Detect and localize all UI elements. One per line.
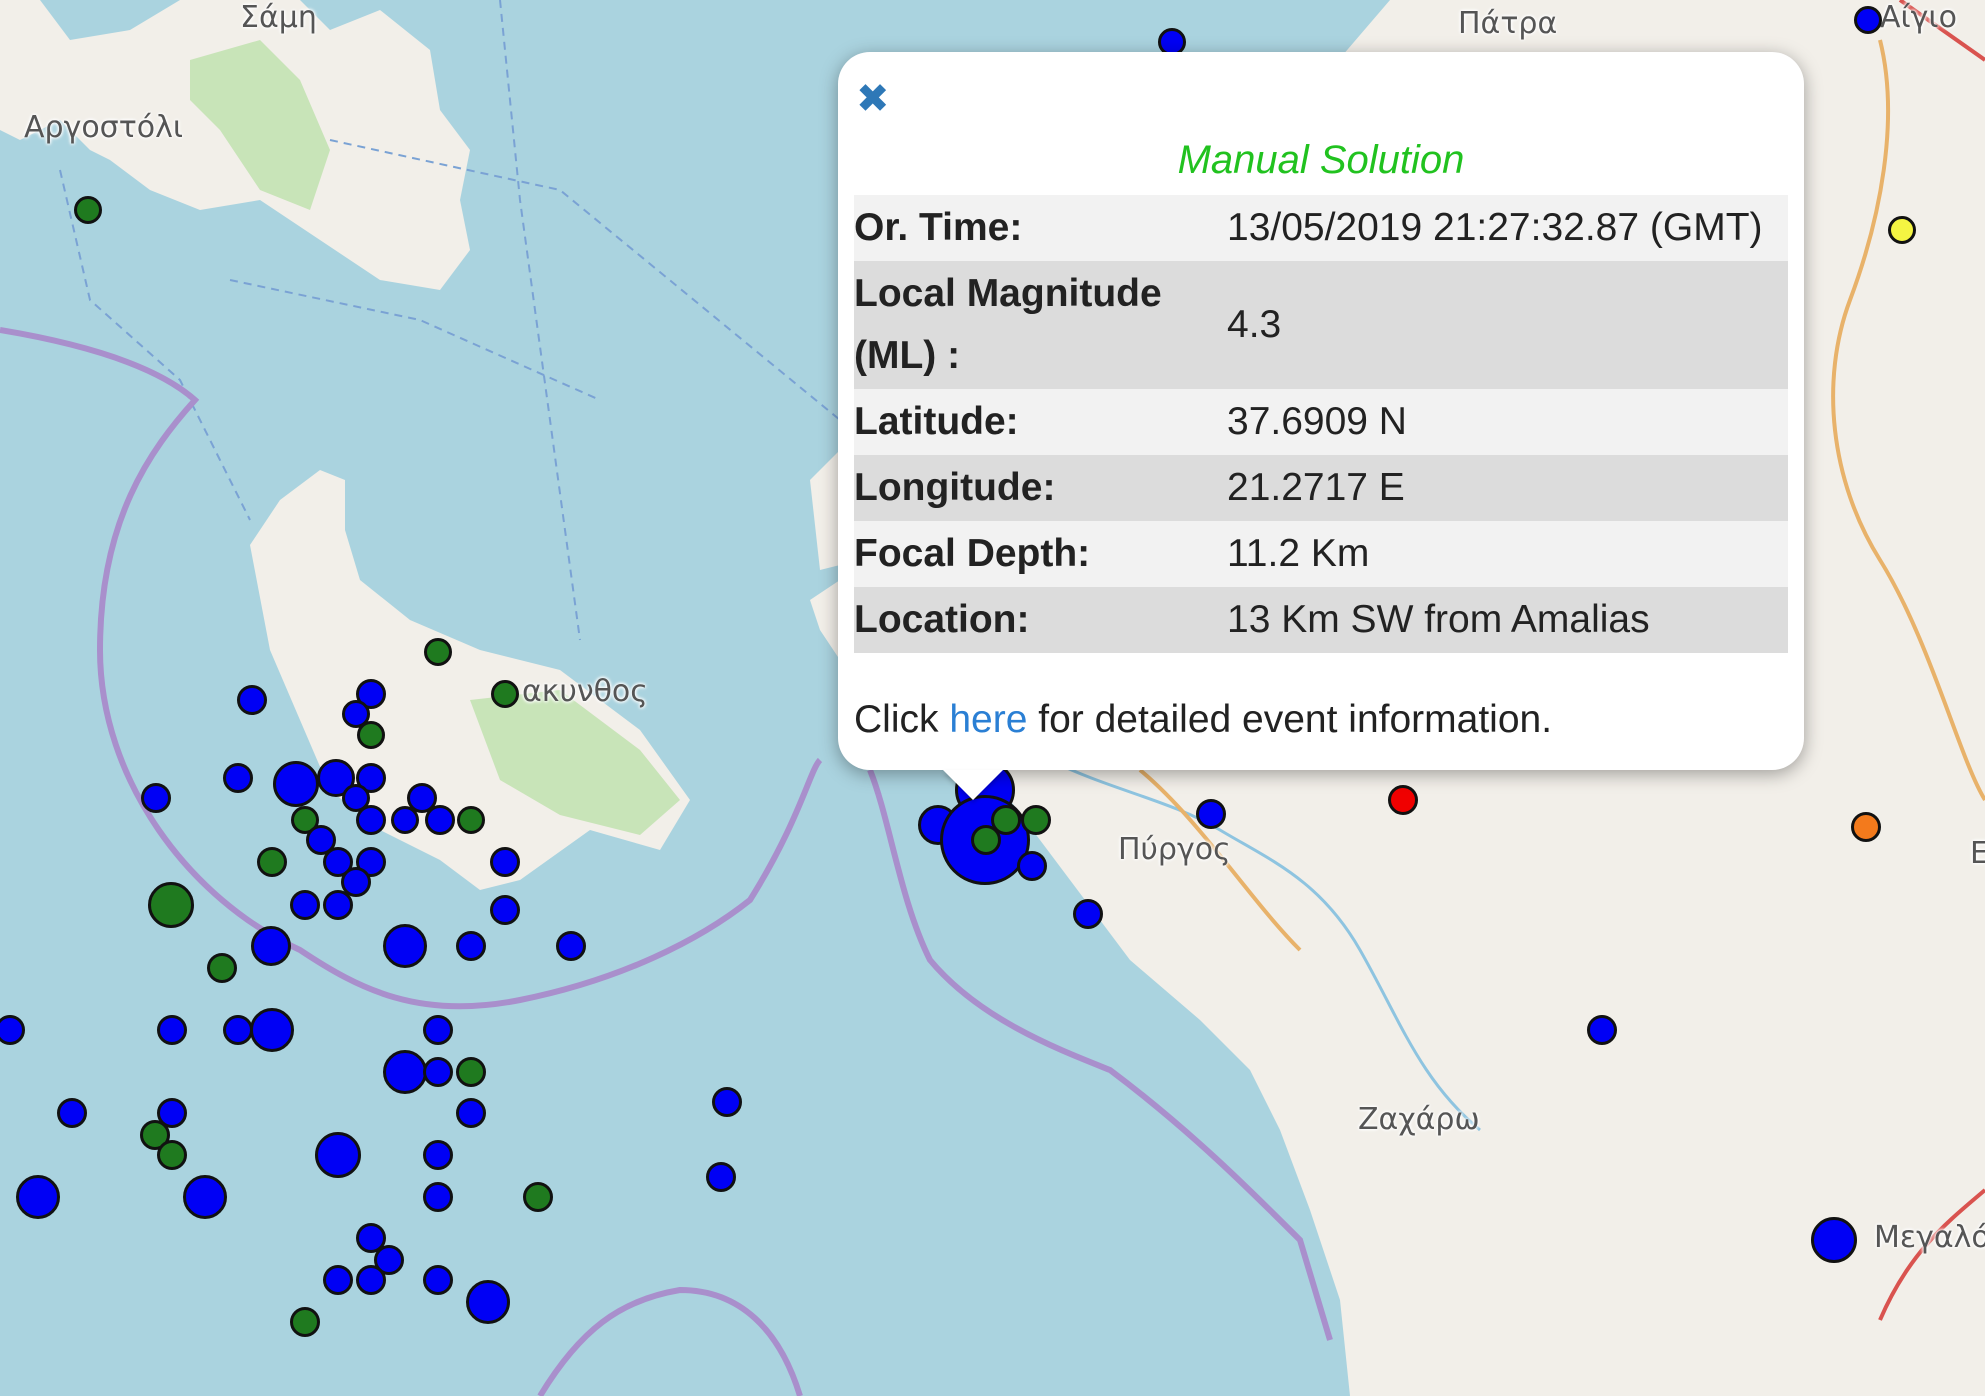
earthquake-marker[interactable]	[523, 1182, 553, 1212]
earthquake-marker[interactable]	[706, 1162, 736, 1192]
close-icon[interactable]: ✖	[856, 76, 890, 122]
earthquake-marker[interactable]	[383, 924, 427, 968]
earthquake-marker[interactable]	[423, 1140, 453, 1170]
earthquake-marker[interactable]	[223, 763, 253, 793]
earthquake-marker[interactable]	[323, 890, 353, 920]
earthquake-marker[interactable]	[1388, 785, 1418, 815]
row-key: Local Magnitude (ML) :	[854, 272, 1162, 377]
details-prefix: Click	[854, 698, 939, 741]
earthquake-marker[interactable]	[57, 1098, 87, 1128]
earthquake-marker[interactable]	[315, 1132, 361, 1178]
table-row: Focal Depth: 11.2 Km	[854, 521, 1788, 587]
place-label: Αίγιο	[1880, 0, 1957, 35]
earthquake-marker[interactable]	[257, 847, 287, 877]
earthquake-marker[interactable]	[556, 931, 586, 961]
row-value: 37.6909 N	[1227, 400, 1407, 443]
place-label: ακυνθος	[522, 674, 648, 709]
earthquake-marker[interactable]	[356, 805, 386, 835]
earthquake-marker[interactable]	[423, 1265, 453, 1295]
earthquake-marker[interactable]	[273, 761, 319, 807]
earthquake-marker[interactable]	[1587, 1015, 1617, 1045]
earthquake-marker[interactable]	[290, 890, 320, 920]
table-row: Location: 13 Km SW from Amalias	[854, 587, 1788, 653]
place-label: Πάτρα	[1458, 6, 1558, 41]
earthquake-marker[interactable]	[157, 1140, 187, 1170]
earthquake-marker[interactable]	[1854, 6, 1882, 34]
place-label: Μεγαλό	[1874, 1220, 1985, 1255]
earthquake-marker[interactable]	[323, 1265, 353, 1295]
row-key: Or. Time:	[854, 206, 1023, 249]
earthquake-marker[interactable]	[141, 783, 171, 813]
row-key: Latitude:	[854, 400, 1019, 443]
place-label: Σάμη	[240, 0, 317, 35]
earthquake-marker[interactable]	[183, 1175, 227, 1219]
earthquake-marker[interactable]	[157, 1015, 187, 1045]
earthquake-marker[interactable]	[357, 721, 385, 749]
earthquake-marker[interactable]	[1021, 805, 1051, 835]
earthquake-marker[interactable]	[1811, 1217, 1857, 1263]
earthquake-marker[interactable]	[971, 825, 1001, 855]
earthquake-marker[interactable]	[1017, 851, 1047, 881]
earthquake-marker[interactable]	[1196, 799, 1226, 829]
earthquake-marker[interactable]	[251, 926, 291, 966]
earthquake-marker[interactable]	[237, 685, 267, 715]
earthquake-marker[interactable]	[491, 680, 519, 708]
row-value: 11.2 Km	[1227, 532, 1370, 575]
earthquake-marker[interactable]	[423, 1015, 453, 1045]
earthquake-marker[interactable]	[290, 1307, 320, 1337]
earthquake-marker[interactable]	[490, 847, 520, 877]
earthquake-marker[interactable]	[356, 1265, 386, 1295]
earthquake-marker[interactable]	[423, 1057, 453, 1087]
earthquake-marker[interactable]	[425, 805, 455, 835]
row-key: Longitude:	[854, 466, 1056, 509]
earthquake-marker[interactable]	[223, 1015, 253, 1045]
earthquake-marker[interactable]	[424, 638, 452, 666]
earthquake-marker[interactable]	[383, 1050, 427, 1094]
earthquake-marker[interactable]	[16, 1175, 60, 1219]
earthquake-marker[interactable]	[490, 895, 520, 925]
popup-title: Manual Solution	[1177, 138, 1465, 182]
earthquake-marker[interactable]	[456, 1057, 486, 1087]
earthquake-marker[interactable]	[391, 806, 419, 834]
details-link[interactable]: here	[949, 698, 1027, 741]
row-value: 21.2717 E	[1227, 466, 1405, 509]
row-value: 13 Km SW from Amalias	[1227, 598, 1650, 641]
row-value: 13/05/2019 21:27:32.87 (GMT)	[1227, 206, 1763, 249]
earthquake-marker[interactable]	[148, 882, 194, 928]
row-value: 4.3	[1227, 303, 1282, 346]
earthquake-marker[interactable]	[466, 1280, 510, 1324]
table-row: Local Magnitude (ML) : 4.3	[854, 261, 1788, 389]
table-row: Or. Time: 13/05/2019 21:27:32.87 (GMT)	[854, 195, 1788, 261]
row-key: Focal Depth:	[854, 532, 1091, 575]
earthquake-marker[interactable]	[712, 1087, 742, 1117]
earthquake-marker[interactable]	[1888, 216, 1916, 244]
place-label: Αργοστόλι	[24, 110, 184, 145]
earthquake-marker[interactable]	[1851, 812, 1881, 842]
details-suffix: for detailed event information.	[1038, 698, 1553, 741]
earthquake-marker[interactable]	[1073, 899, 1103, 929]
earthquake-marker[interactable]	[74, 196, 102, 224]
earthquake-marker[interactable]	[423, 1182, 453, 1212]
place-label: Ε	[1970, 836, 1985, 871]
event-info-table: Or. Time: 13/05/2019 21:27:32.87 (GMT) L…	[854, 195, 1788, 653]
event-popup: ✖ Manual Solution Or. Time: 13/05/2019 2…	[838, 52, 1804, 770]
earthquake-marker[interactable]	[457, 806, 485, 834]
table-row: Longitude: 21.2717 E	[854, 455, 1788, 521]
earthquake-marker[interactable]	[250, 1008, 294, 1052]
earthquake-marker[interactable]	[456, 931, 486, 961]
earthquake-marker[interactable]	[207, 953, 237, 983]
popup-tip	[943, 770, 1003, 800]
earthquake-marker[interactable]	[456, 1098, 486, 1128]
row-key: Location:	[854, 598, 1030, 641]
place-label: Πύργος	[1118, 832, 1231, 867]
table-row: Latitude: 37.6909 N	[854, 389, 1788, 455]
details-text: Click here for detailed event informatio…	[854, 698, 1552, 742]
place-label: Ζαχάρω	[1358, 1102, 1480, 1137]
